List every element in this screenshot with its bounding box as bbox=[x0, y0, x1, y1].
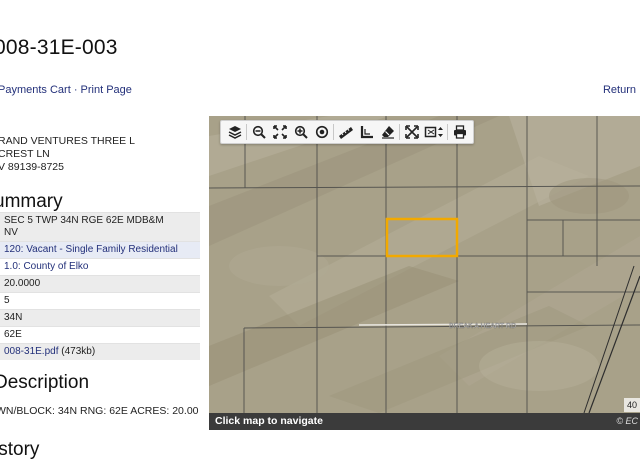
tax-district-link[interactable]: 1.0: County of Elko bbox=[4, 261, 89, 272]
owner-name: RAND VENTURES THREE L bbox=[0, 135, 135, 147]
zoom-out-icon bbox=[252, 125, 266, 139]
table-row: SEC 5 TWP 34N RGE 62E MDB&M NV bbox=[0, 212, 200, 242]
full-extent-icon bbox=[272, 125, 287, 139]
print-map-button[interactable] bbox=[449, 122, 470, 142]
action-links: Payments Cart · Print Page bbox=[0, 84, 132, 96]
road-label: BREAK A HEART RD bbox=[449, 323, 516, 330]
map-footer: Click map to navigate © EC bbox=[209, 413, 640, 430]
page-title: 008-31E-003 bbox=[0, 36, 118, 59]
table-row: 5 bbox=[0, 292, 200, 310]
zoom-out-button[interactable] bbox=[248, 122, 269, 142]
acreage-cell: 20.0000 bbox=[0, 275, 200, 293]
owner-address: RAND VENTURES THREE L CREST LN V 89139-8… bbox=[0, 135, 135, 174]
map-file-cell: 008-31E.pdf (473kb) bbox=[0, 343, 200, 360]
layers-button[interactable] bbox=[224, 122, 245, 142]
payments-cart-link[interactable]: Payments Cart bbox=[0, 84, 71, 96]
range-cell: 62E bbox=[0, 326, 200, 344]
map-pdf-link[interactable]: 008-31E.pdf bbox=[4, 346, 59, 357]
parcel-map[interactable]: BREAK A HEART RD 40 Click map to navigat… bbox=[209, 116, 640, 430]
table-row: 008-31E.pdf (473kb) bbox=[0, 343, 200, 360]
tax-district-cell: 1.0: County of Elko bbox=[0, 258, 200, 276]
scale-readout: 40 bbox=[623, 398, 640, 412]
return-link[interactable]: Return bbox=[603, 84, 636, 96]
locate-icon bbox=[315, 125, 328, 139]
land-use-link[interactable]: 120: Vacant - Single Family Residential bbox=[4, 244, 178, 255]
satellite-imagery[interactable]: BREAK A HEART RD bbox=[209, 116, 640, 430]
map-credit: © EC bbox=[616, 416, 638, 426]
layers-icon bbox=[228, 126, 241, 139]
history-heading: istory bbox=[0, 439, 40, 460]
area-measure-button[interactable] bbox=[356, 122, 377, 142]
full-extent-button[interactable] bbox=[269, 122, 290, 142]
measure-button[interactable] bbox=[335, 122, 356, 142]
table-row: 20.0000 bbox=[0, 275, 200, 293]
link-separator: · bbox=[73, 84, 78, 96]
township-cell: 34N bbox=[0, 309, 200, 327]
locate-button[interactable] bbox=[311, 122, 332, 142]
erase-button[interactable] bbox=[377, 122, 398, 142]
toolbar-divider bbox=[333, 124, 334, 140]
measure-icon bbox=[338, 127, 353, 139]
table-row: 62E bbox=[0, 326, 200, 344]
table-row: 34N bbox=[0, 309, 200, 327]
select-icon bbox=[424, 126, 443, 138]
owner-city: V 89139-8725 bbox=[0, 161, 64, 173]
zoom-in-button[interactable] bbox=[290, 122, 311, 142]
table-row: 120: Vacant - Single Family Residential bbox=[0, 241, 200, 259]
legal-description: SEC 5 TWP 34N RGE 62E MDB&M NV bbox=[0, 212, 200, 242]
print-page-link[interactable]: Print Page bbox=[81, 84, 132, 96]
fullscreen-button[interactable] bbox=[401, 122, 422, 142]
description-text: WN/BLOCK: 34N RNG: 62E ACRES: 20.00 bbox=[0, 405, 199, 417]
zoom-in-icon bbox=[294, 125, 308, 139]
owner-street: CREST LN bbox=[0, 148, 50, 160]
select-button[interactable] bbox=[422, 122, 446, 142]
description-heading: Description bbox=[0, 372, 90, 393]
toolbar-divider bbox=[447, 124, 448, 140]
table-row: 1.0: County of Elko bbox=[0, 258, 200, 276]
map-instruction: Click map to navigate bbox=[215, 415, 323, 427]
fullscreen-icon bbox=[404, 125, 419, 139]
toolbar-divider bbox=[399, 124, 400, 140]
area-measure-icon bbox=[360, 126, 373, 139]
erase-icon bbox=[381, 126, 394, 139]
file-size: (473kb) bbox=[58, 346, 96, 357]
section-cell: 5 bbox=[0, 292, 200, 310]
print-icon bbox=[453, 125, 466, 139]
land-use-cell: 120: Vacant - Single Family Residential bbox=[0, 241, 200, 259]
map-toolbar bbox=[220, 120, 474, 144]
summary-heading: ummary bbox=[0, 191, 63, 212]
summary-table: SEC 5 TWP 34N RGE 62E MDB&M NV 120: Vaca… bbox=[0, 212, 200, 360]
toolbar-divider bbox=[246, 124, 247, 140]
